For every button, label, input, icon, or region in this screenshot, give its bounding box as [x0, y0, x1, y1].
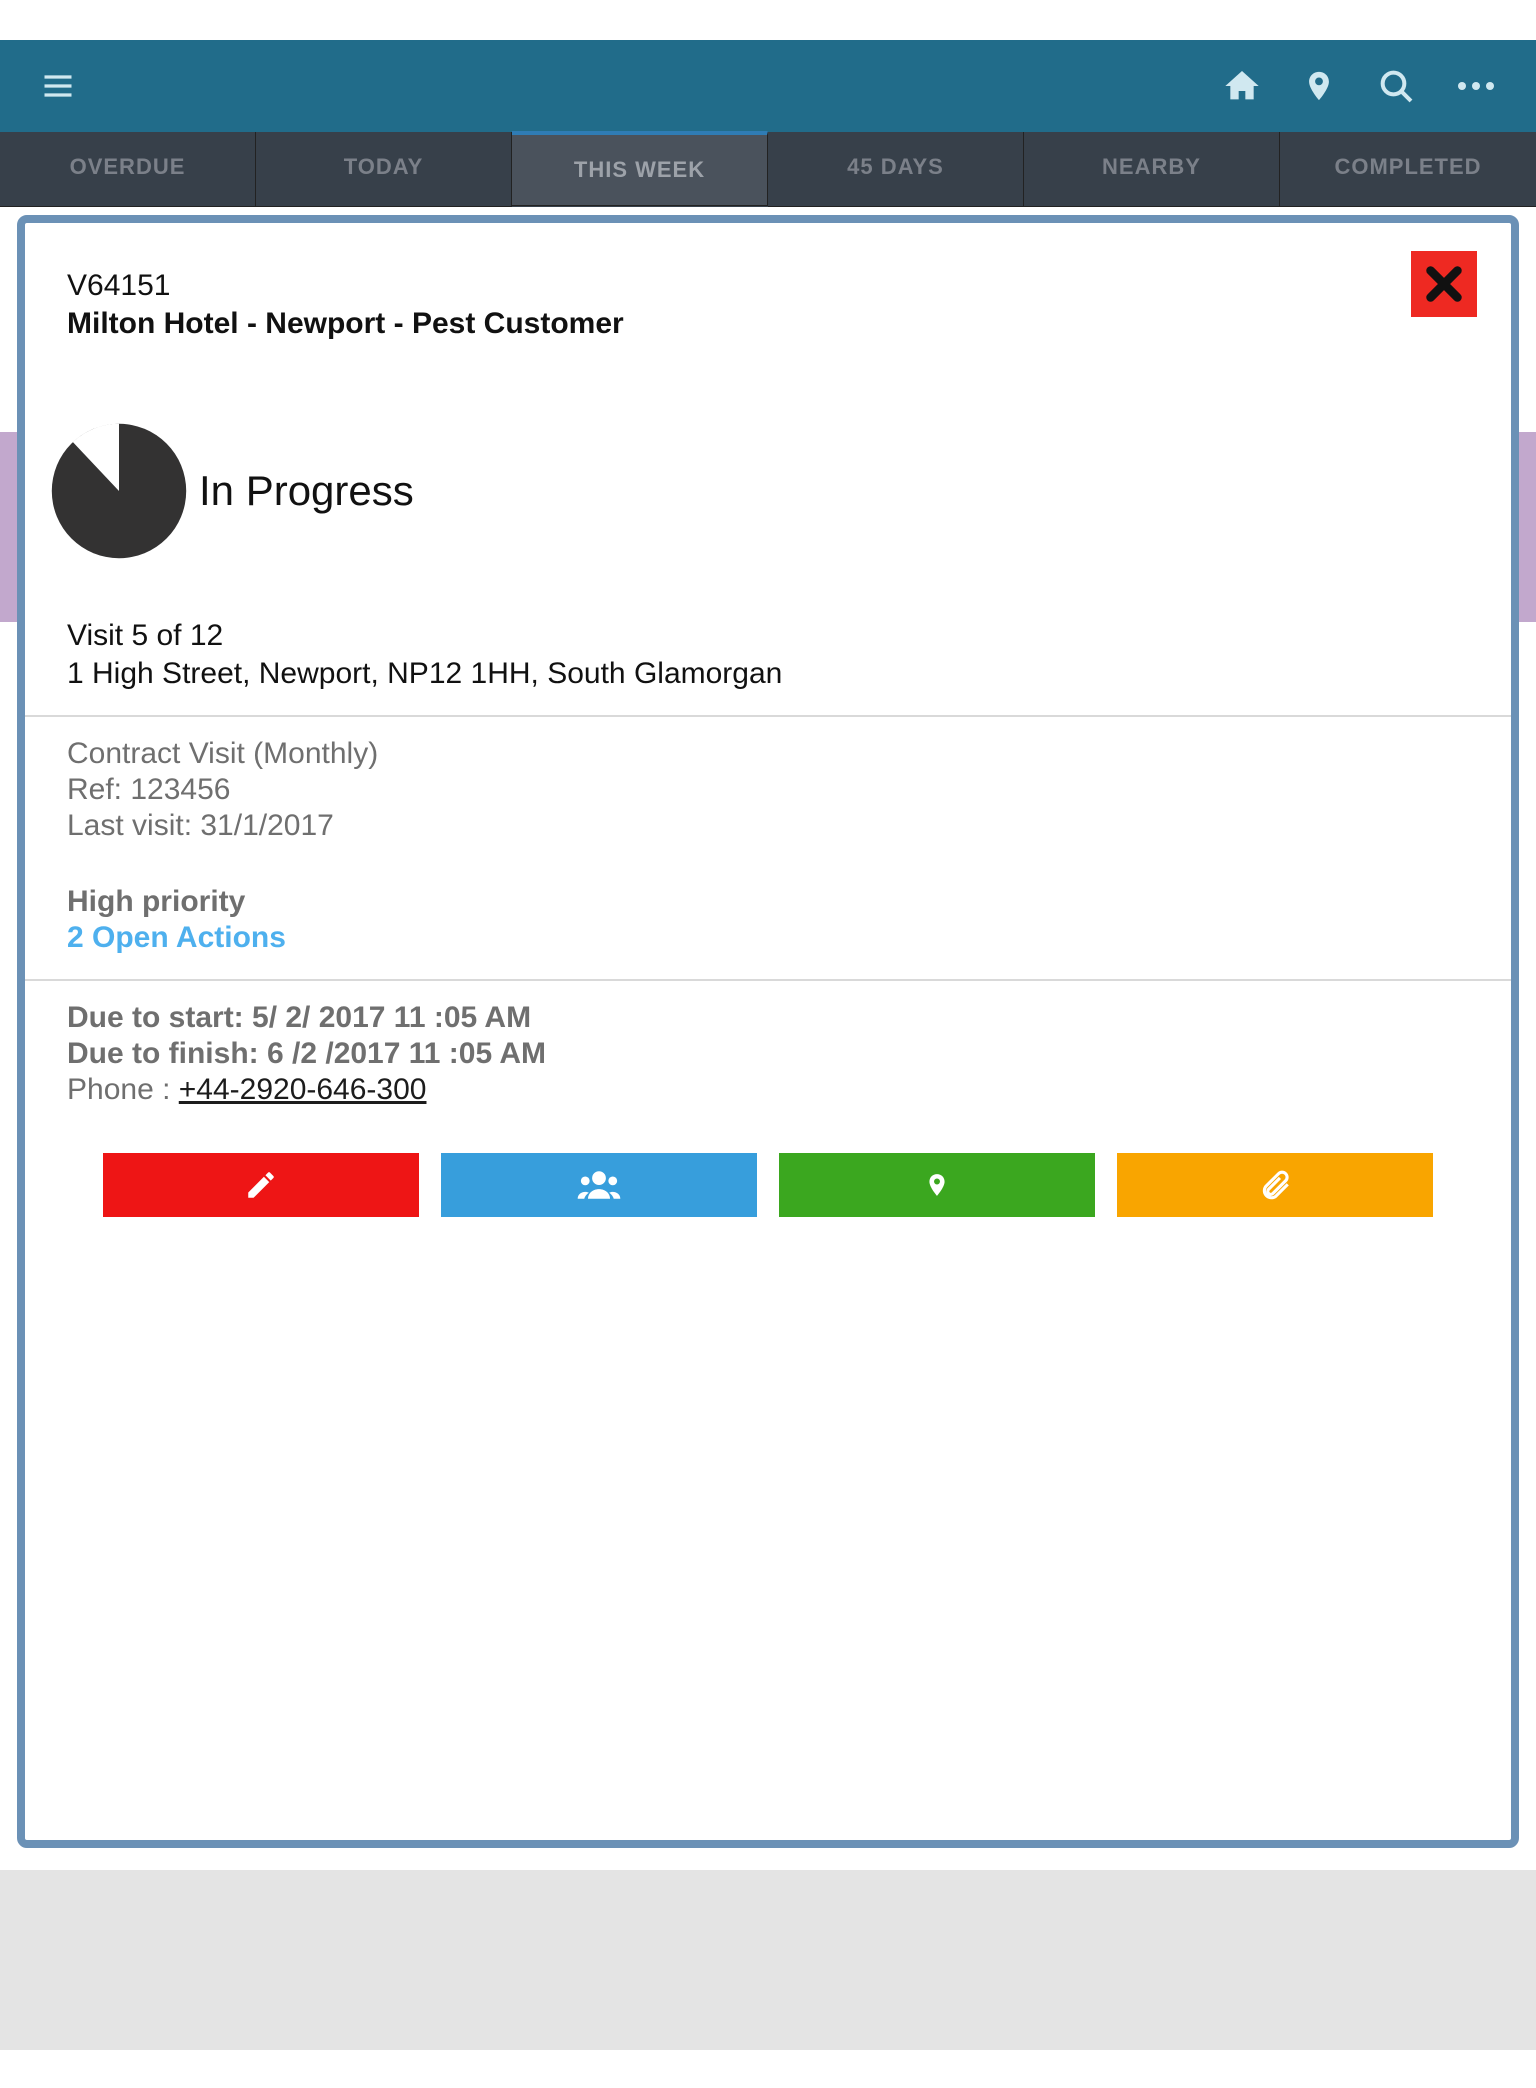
due-start: Due to start: 5/ 2/ 2017 11 :05 AM — [67, 1001, 1469, 1035]
map-button[interactable] — [779, 1153, 1095, 1217]
tab-bar: OVERDUE TODAY THIS WEEK 45 DAYS NEARBY C… — [0, 132, 1536, 207]
edit-button[interactable] — [103, 1153, 419, 1217]
close-button[interactable] — [1411, 251, 1477, 317]
visit-id: V64151 — [67, 269, 1469, 303]
tab-nearby[interactable]: NEARBY — [1024, 132, 1280, 207]
status-row: In Progress — [49, 421, 1469, 561]
action-button-row — [103, 1153, 1433, 1217]
tab-overdue[interactable]: OVERDUE — [0, 132, 256, 207]
contacts-button[interactable] — [441, 1153, 757, 1217]
visit-title: Milton Hotel - Newport - Pest Customer — [67, 307, 1469, 341]
phone-link[interactable]: +44-2920-646-300 — [179, 1073, 427, 1106]
paperclip-icon — [1258, 1168, 1292, 1202]
pencil-icon — [244, 1168, 278, 1202]
search-icon[interactable] — [1376, 66, 1416, 106]
attachments-button[interactable] — [1117, 1153, 1433, 1217]
contract-type: Contract Visit (Monthly) — [67, 737, 1469, 771]
phone-line: Phone : +44-2920-646-300 — [67, 1073, 1469, 1107]
location-pin-icon[interactable] — [1302, 67, 1336, 105]
divider — [25, 715, 1511, 717]
tab-45-days[interactable]: 45 DAYS — [768, 132, 1024, 207]
background-bottom — [0, 1870, 1536, 2050]
reference-number: Ref: 123456 — [67, 773, 1469, 807]
status-label: In Progress — [199, 467, 414, 515]
visit-count: Visit 5 of 12 — [67, 619, 1469, 653]
map-pin-icon — [924, 1167, 950, 1203]
header-right-group — [1222, 66, 1496, 106]
tab-today[interactable]: TODAY — [256, 132, 512, 207]
due-finish: Due to finish: 6 /2 /2017 11 :05 AM — [67, 1037, 1469, 1071]
menu-icon[interactable] — [40, 68, 76, 104]
visit-detail-modal: V64151 Milton Hotel - Newport - Pest Cus… — [17, 215, 1519, 1848]
visit-address: 1 High Street, Newport, NP12 1HH, South … — [67, 657, 1469, 691]
more-icon[interactable] — [1456, 80, 1496, 92]
app-header — [0, 40, 1536, 132]
people-icon — [577, 1168, 621, 1202]
header-left-group — [40, 68, 76, 104]
divider-2 — [25, 979, 1511, 981]
tab-this-week[interactable]: THIS WEEK — [512, 131, 768, 206]
progress-pie-icon — [49, 421, 189, 561]
last-visit-date: Last visit: 31/1/2017 — [67, 809, 1469, 843]
tab-completed[interactable]: COMPLETED — [1280, 132, 1536, 207]
home-icon[interactable] — [1222, 66, 1262, 106]
close-icon — [1421, 261, 1467, 307]
priority-label: High priority — [67, 885, 1469, 919]
phone-label: Phone : — [67, 1073, 179, 1106]
open-actions-link[interactable]: 2 Open Actions — [67, 921, 1469, 955]
